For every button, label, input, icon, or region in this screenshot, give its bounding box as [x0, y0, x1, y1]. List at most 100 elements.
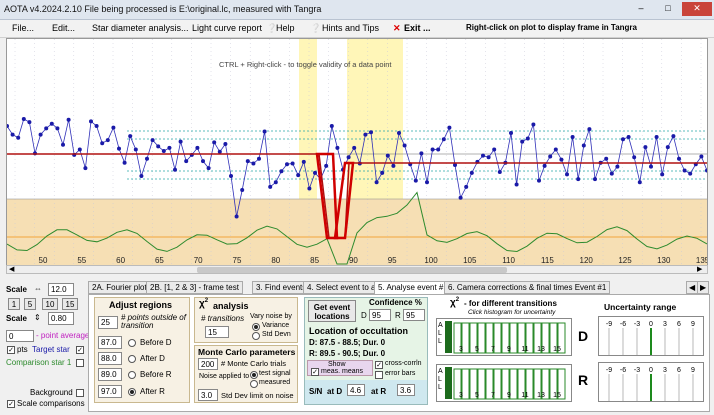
- menu-hints[interactable]: Hints and Tips: [322, 23, 379, 33]
- data-point: [385, 153, 390, 158]
- data-point: [621, 137, 625, 142]
- before-r-radio[interactable]: [128, 371, 136, 379]
- r-histogram[interactable]: ALL 3 5 7 9 11 13 15: [436, 364, 572, 402]
- transitions-input[interactable]: 15: [205, 326, 229, 338]
- light-curve-svg[interactable]: 50 55 60 65 70 75 80 85 90 95 100 105 110 115 120 125 13…: [5, 39, 710, 265]
- uncertainty-tick-label: 6: [677, 367, 681, 374]
- test-signal-radio[interactable]: [250, 371, 258, 379]
- data-point: [481, 153, 485, 158]
- light-curve-plot[interactable]: 50 55 60 65 70 75 80 85 90 95 100 105 110 115 120 125 13…: [5, 38, 710, 266]
- after-r-input[interactable]: 97.0: [98, 385, 122, 398]
- close-window-button[interactable]: ✕: [682, 2, 712, 16]
- scale2-input[interactable]: 0.80: [48, 312, 74, 325]
- variance-radio[interactable]: [252, 323, 260, 331]
- data-point: [16, 135, 21, 140]
- d-histogram[interactable]: ALL 3 5 7 9 11 13 15: [436, 318, 572, 356]
- scale-input[interactable]: 12.0: [48, 283, 74, 296]
- minimize-button[interactable]: –: [628, 2, 654, 16]
- histogram-bar: [493, 368, 502, 400]
- scale-1-button[interactable]: 1: [8, 298, 20, 310]
- data-point: [150, 138, 155, 143]
- scale-5-button[interactable]: 5: [24, 298, 36, 310]
- average-select[interactable]: 0: [6, 330, 34, 342]
- d-uncertainty-box[interactable]: -9 -6 -3 0 3 6 9: [598, 316, 704, 356]
- before-r-input[interactable]: 89.0: [98, 368, 122, 381]
- data-point: [380, 170, 385, 175]
- data-point: [425, 180, 429, 185]
- data-point: [699, 154, 704, 159]
- points-outside-input[interactable]: 25: [98, 316, 118, 329]
- tab-camera-corrections[interactable]: 6. Camera corrections & final times Even…: [444, 281, 611, 294]
- histogram-tick-label: 5: [475, 392, 479, 399]
- data-point: [335, 145, 340, 150]
- scroll-left-icon[interactable]: ◀: [9, 266, 14, 273]
- histogram-bar: [461, 322, 470, 354]
- tab-frame-test[interactable]: 2B. [1, 2 & 3] - frame test: [146, 281, 243, 294]
- data-point: [139, 173, 144, 178]
- data-point: [245, 159, 250, 164]
- data-point: [279, 169, 284, 174]
- before-d-input[interactable]: 87.0: [98, 336, 122, 349]
- data-point: [436, 147, 441, 152]
- background-checkbox[interactable]: [76, 389, 84, 397]
- tab-find-events[interactable]: 3. Find events: [252, 281, 311, 294]
- scale-10-button[interactable]: 10: [42, 298, 58, 310]
- trials-input[interactable]: 200: [198, 358, 218, 370]
- scroll-right-icon[interactable]: ▶: [697, 266, 702, 273]
- stddev-radio[interactable]: [252, 332, 260, 340]
- conf-d-select[interactable]: 95: [369, 309, 391, 321]
- after-d-input[interactable]: 88.0: [98, 352, 122, 365]
- x-tick-label: 115: [541, 256, 554, 265]
- adjust-regions-title: Adjust regions: [109, 300, 173, 310]
- uncertainty-tick-label: 9: [691, 321, 695, 328]
- menu-exit[interactable]: Exit ...: [404, 23, 431, 33]
- tab-scroll-right-icon[interactable]: ▶: [697, 281, 710, 294]
- data-point: [559, 157, 564, 162]
- maximize-button[interactable]: □: [655, 2, 681, 16]
- get-event-locations-button[interactable]: Get event locations: [308, 300, 356, 322]
- scale-comparisons-checkbox[interactable]: ✓: [7, 400, 15, 408]
- r-uncertainty-box[interactable]: -9 -6 -3 0 3 6 9: [598, 362, 704, 402]
- plot-scrollbar[interactable]: ◀ ▶: [6, 265, 708, 274]
- tab-analyse-event[interactable]: 5. Analyse event #1: [374, 281, 452, 295]
- data-point: [660, 172, 665, 177]
- std-limit-input[interactable]: 3.0: [198, 389, 218, 401]
- scale-15-button[interactable]: 15: [62, 298, 78, 310]
- data-point: [55, 126, 60, 131]
- chi-analysis-title: analysis: [213, 301, 249, 311]
- tab-fourier[interactable]: 2A. Fourier plot: [88, 281, 151, 294]
- data-point: [329, 124, 334, 129]
- transitions-title: - for different transitions: [464, 299, 557, 308]
- data-point: [223, 141, 228, 146]
- d-histogram-bars[interactable]: 3 5 7 9 11 13 15: [445, 319, 571, 355]
- meas-means-checkbox[interactable]: ✓: [311, 368, 319, 376]
- scrollbar-thumb[interactable]: [197, 267, 507, 273]
- menu-file[interactable]: File...: [12, 23, 34, 33]
- data-point: [677, 156, 681, 161]
- menu-star-diameter[interactable]: Star diameter analysis...: [92, 23, 189, 33]
- x-tick-label: 95: [388, 256, 397, 265]
- after-r-radio[interactable]: [128, 388, 136, 396]
- menu-light-curve-report[interactable]: Light curve report: [192, 23, 262, 33]
- menu-edit[interactable]: Edit...: [52, 23, 75, 33]
- after-d-radio[interactable]: [128, 355, 136, 363]
- x-tick-label: 120: [580, 256, 594, 265]
- conf-r-select[interactable]: 95: [403, 309, 425, 321]
- r-histogram-bars[interactable]: 3 5 7 9 11 13 15: [445, 365, 571, 401]
- cross-corr-checkbox[interactable]: ✓: [375, 361, 383, 369]
- hints-icon[interactable]: ❔: [310, 23, 321, 34]
- data-point: [654, 134, 659, 139]
- target-star-checkbox[interactable]: ✓: [76, 346, 84, 354]
- data-point: [419, 151, 424, 156]
- error-bars-checkbox[interactable]: [375, 371, 383, 379]
- data-point: [21, 117, 26, 122]
- menu-help[interactable]: Help: [276, 23, 295, 33]
- pts-checkbox[interactable]: ✓: [7, 346, 15, 354]
- comparison-star-checkbox[interactable]: [76, 359, 84, 367]
- r-location: R: 89.5 - 90.5; Dur. 0: [309, 349, 386, 358]
- uncertainty-tick-label: 6: [677, 321, 681, 328]
- exit-icon[interactable]: ✕: [393, 23, 401, 34]
- measured-radio[interactable]: [250, 380, 258, 388]
- x-tick-label: 125: [618, 256, 632, 265]
- before-d-radio[interactable]: [128, 339, 136, 347]
